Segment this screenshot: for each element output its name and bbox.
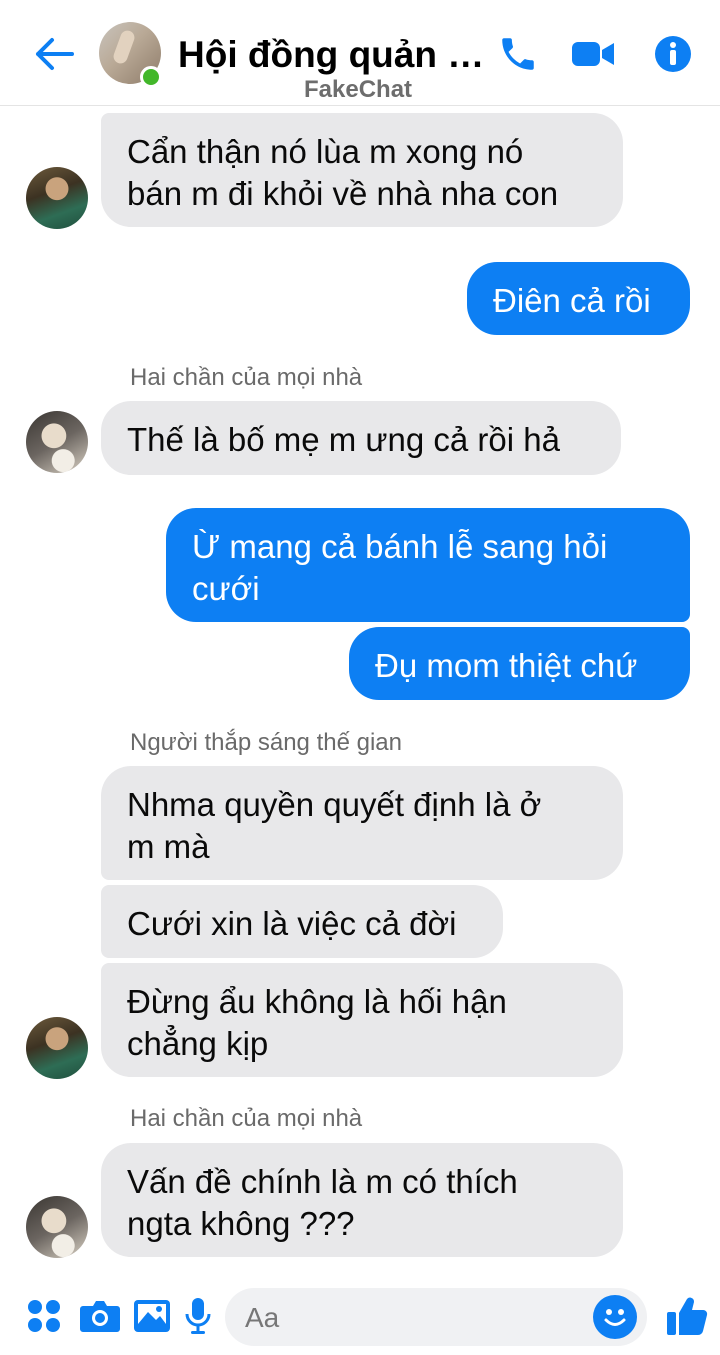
sender-name: Hai chần của mọi nhà (130, 364, 363, 391)
sender-avatar[interactable] (26, 1196, 88, 1258)
info-icon (655, 36, 691, 72)
incoming-message[interactable]: Cẩn thận nó lùa m xong nó bán m đi khỏi … (101, 113, 623, 227)
conversation-title[interactable]: Hội đồng quản t... (178, 34, 488, 76)
video-camera-icon (572, 42, 614, 66)
microphone-icon (185, 1298, 211, 1334)
message-text: Đụ mom thiệt chứ (375, 647, 638, 684)
thumbs-up-icon (667, 1297, 708, 1336)
message-text: Cưới xin là việc cả đời (127, 905, 457, 942)
sender-name: Hai chần của mọi nhà (130, 1105, 363, 1132)
apps-button[interactable] (22, 1292, 66, 1340)
outgoing-message[interactable]: Điên cả rồi (467, 262, 690, 335)
emoji-icon (604, 1309, 626, 1326)
incoming-message[interactable]: Nhma quyền quyết định là ở m mà (101, 766, 623, 880)
back-button[interactable] (30, 30, 78, 78)
message-text: Ừ mang cả bánh lễ sang hỏi cưới (192, 528, 608, 607)
info-button[interactable] (649, 30, 697, 78)
sender-name: Người thắp sáng thế gian (130, 729, 402, 756)
sender-avatar[interactable] (26, 167, 88, 229)
like-button[interactable] (663, 1292, 711, 1340)
incoming-message[interactable]: Đừng ẩu không là hối hận chẳng kịp (101, 963, 623, 1077)
online-status-dot (140, 66, 162, 88)
message-text: Vấn đề chính là m có thích ngta không ??… (127, 1163, 518, 1242)
chat-header: Hội đồng quản t... FakeChat (0, 0, 720, 106)
outgoing-message[interactable]: Đụ mom thiệt chứ (349, 627, 690, 700)
apps-icon (28, 1300, 60, 1332)
camera-button[interactable] (78, 1292, 122, 1340)
incoming-message[interactable]: Thế là bố mẹ m ưng cả rồi hả (101, 401, 621, 475)
sender-avatar[interactable] (26, 411, 88, 473)
message-input-placeholder: Aa (245, 1302, 280, 1333)
message-composer: Aa (0, 1284, 720, 1355)
message-input[interactable]: Aa (225, 1288, 647, 1346)
video-call-button[interactable] (569, 30, 617, 78)
phone-icon (502, 38, 534, 70)
emoji-button[interactable] (593, 1295, 637, 1339)
message-text: Thế là bố mẹ m ưng cả rồi hả (127, 421, 560, 458)
voice-button[interactable] (176, 1292, 220, 1340)
message-text: Điên cả rồi (493, 282, 651, 319)
message-text: Nhma quyền quyết định là ở m mà (127, 786, 542, 865)
watermark: FakeChat (304, 76, 413, 103)
incoming-message[interactable]: Vấn đề chính là m có thích ngta không ??… (101, 1143, 623, 1257)
arrow-left-icon (36, 38, 74, 70)
sender-avatar[interactable] (26, 1017, 88, 1079)
gallery-button[interactable] (130, 1292, 174, 1340)
message-text: Cẩn thận nó lùa m xong nó bán m đi khỏi … (127, 133, 559, 212)
outgoing-message[interactable]: Ừ mang cả bánh lễ sang hỏi cưới (166, 508, 690, 622)
gallery-icon (134, 1300, 170, 1332)
incoming-message[interactable]: Cưới xin là việc cả đời (101, 885, 503, 958)
message-text: Đừng ẩu không là hối hận chẳng kịp (127, 983, 507, 1062)
call-button[interactable] (494, 30, 542, 78)
camera-icon (80, 1301, 120, 1332)
